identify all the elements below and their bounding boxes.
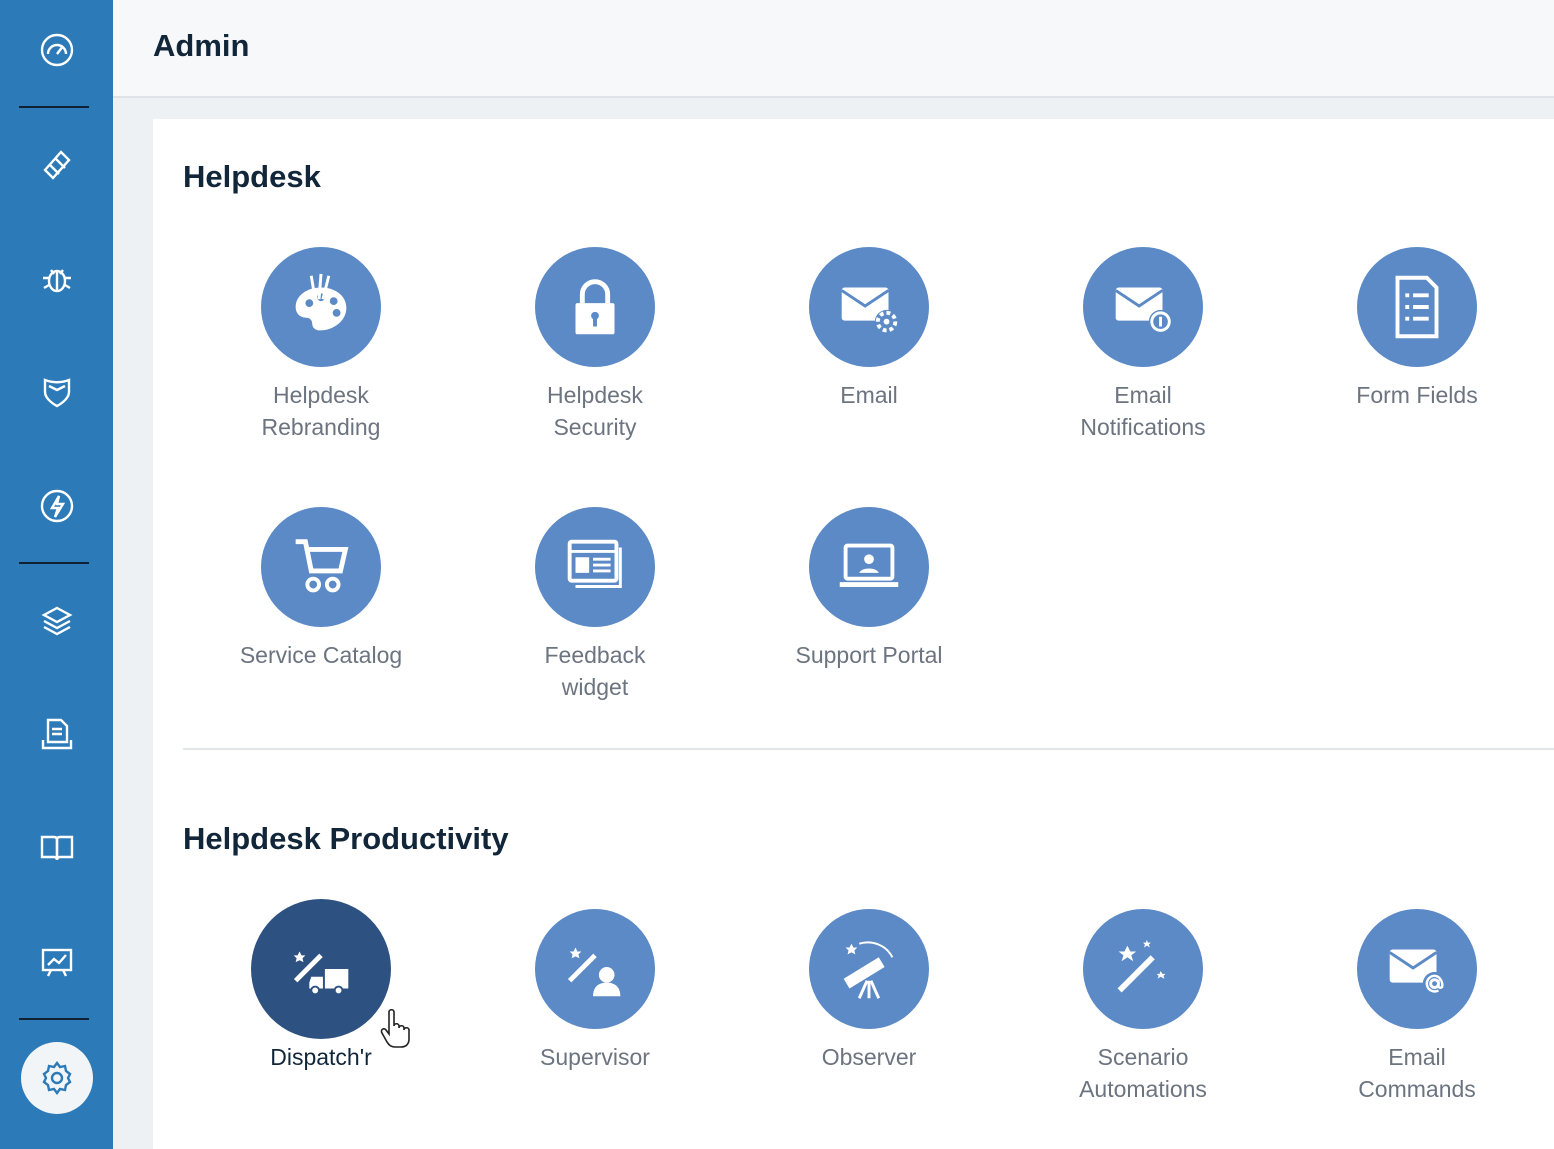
tile-service-catalog[interactable]: Service Catalog (201, 507, 441, 671)
sidebar-item-problems[interactable] (0, 238, 113, 318)
tile-icon-circle (261, 247, 381, 367)
tile-label: Support Portal (795, 642, 943, 668)
tile-label: Helpdesk Security (547, 382, 643, 440)
tile-support-portal[interactable]: Support Portal (749, 507, 989, 671)
tile-icon-circle (1357, 909, 1477, 1029)
sidebar-item-tickets[interactable] (0, 124, 113, 204)
sidebar-item-reports[interactable] (0, 922, 113, 1002)
tile-icon-circle (535, 909, 655, 1029)
tile-icon-circle (809, 507, 929, 627)
lock-icon (575, 279, 615, 335)
sidebar-divider (19, 562, 89, 564)
assets-layers-icon (40, 606, 73, 636)
tile-icon-circle (261, 507, 381, 627)
tile-icon-circle (1357, 247, 1477, 367)
cart-icon (295, 539, 349, 593)
active-indicator (20, 1042, 93, 1114)
wand-truck-icon (293, 951, 349, 996)
sidebar-item-dashboard[interactable] (0, 10, 113, 90)
sidebar-item-contracts[interactable] (0, 694, 113, 774)
tile-label: Form Fields (1356, 382, 1478, 408)
palette-icon (295, 273, 347, 331)
laptop-icon (839, 543, 899, 587)
dashboard-icon (40, 33, 73, 67)
tile-scenario-automations[interactable]: Scenario Automations (1023, 909, 1263, 1105)
tile-helpdesk-security[interactable]: Helpdesk Security (475, 247, 715, 443)
tile-observer[interactable]: Observer (749, 909, 989, 1073)
wand-person-icon (567, 947, 621, 997)
tile-icon-circle (251, 899, 391, 1039)
solutions-book-icon (40, 835, 73, 861)
email-at-icon (1388, 949, 1447, 996)
form-icon (1395, 275, 1439, 339)
tile-email-commands[interactable]: Email Commands (1297, 909, 1537, 1105)
tile-icon-circle (1083, 247, 1203, 367)
shield-change-icon (43, 378, 70, 408)
section-divider (183, 748, 1554, 750)
tile-form-fields[interactable]: Form Fields (1297, 247, 1537, 411)
magic-wand-icon (1117, 939, 1166, 993)
tile-icon-circle (1083, 909, 1203, 1029)
sidebar (0, 0, 113, 1149)
tile-label: Scenario Automations (1079, 1044, 1207, 1102)
sidebar-item-solutions[interactable] (0, 808, 113, 888)
tile-dispatchr[interactable]: Dispatch'r (201, 899, 441, 1073)
email-settings-icon (840, 287, 899, 334)
tile-label: Helpdesk Rebranding (261, 382, 381, 440)
tile-label: Observer (821, 1044, 917, 1070)
release-lightning-icon (40, 489, 73, 523)
tile-label: Email (840, 382, 898, 408)
tile-helpdesk-rebranding[interactable]: Helpdesk Rebranding (201, 247, 441, 443)
tile-label: Email Notifications (1080, 382, 1206, 440)
admin-gear-icon (41, 1061, 72, 1095)
sidebar-item-admin[interactable] (0, 1038, 113, 1118)
tile-icon-circle (535, 247, 655, 367)
sidebar-item-changes[interactable] (0, 352, 113, 432)
problem-bug-icon (42, 269, 71, 293)
widget-icon (567, 539, 622, 588)
sidebar-divider (19, 1018, 89, 1020)
tile-supervisor[interactable]: Supervisor (475, 909, 715, 1073)
reports-chart-icon (41, 948, 72, 977)
tile-icon-circle (535, 507, 655, 627)
tile-label: Email Commands (1358, 1044, 1476, 1102)
section-title-helpdesk-productivity: Helpdesk Productivity (183, 821, 509, 856)
hand-cursor-icon (380, 1008, 410, 1048)
tile-feedback-widget[interactable]: Feedback widget (475, 507, 715, 703)
top-bar: Admin (113, 0, 1554, 98)
page-title: Admin (153, 28, 250, 63)
contracts-document-icon (41, 718, 72, 750)
tile-email-notifications[interactable]: Email Notifications (1023, 247, 1263, 443)
tile-label: Feedback widget (544, 642, 646, 700)
telescope-icon (843, 941, 894, 999)
sidebar-item-releases[interactable] (0, 466, 113, 546)
tile-label: Supervisor (540, 1044, 650, 1070)
ticket-icon (42, 150, 71, 180)
tile-icon-circle (809, 909, 929, 1029)
email-notification-icon (1114, 287, 1173, 334)
tile-email[interactable]: Email (749, 247, 989, 411)
tile-label: Service Catalog (239, 642, 403, 668)
section-title-helpdesk: Helpdesk (183, 159, 321, 194)
admin-content: Helpdesk Helpdesk Rebranding Helpdesk Secu… (153, 119, 1554, 1149)
sidebar-divider (19, 106, 89, 108)
sidebar-item-assets[interactable] (0, 580, 113, 660)
tile-icon-circle (809, 247, 929, 367)
